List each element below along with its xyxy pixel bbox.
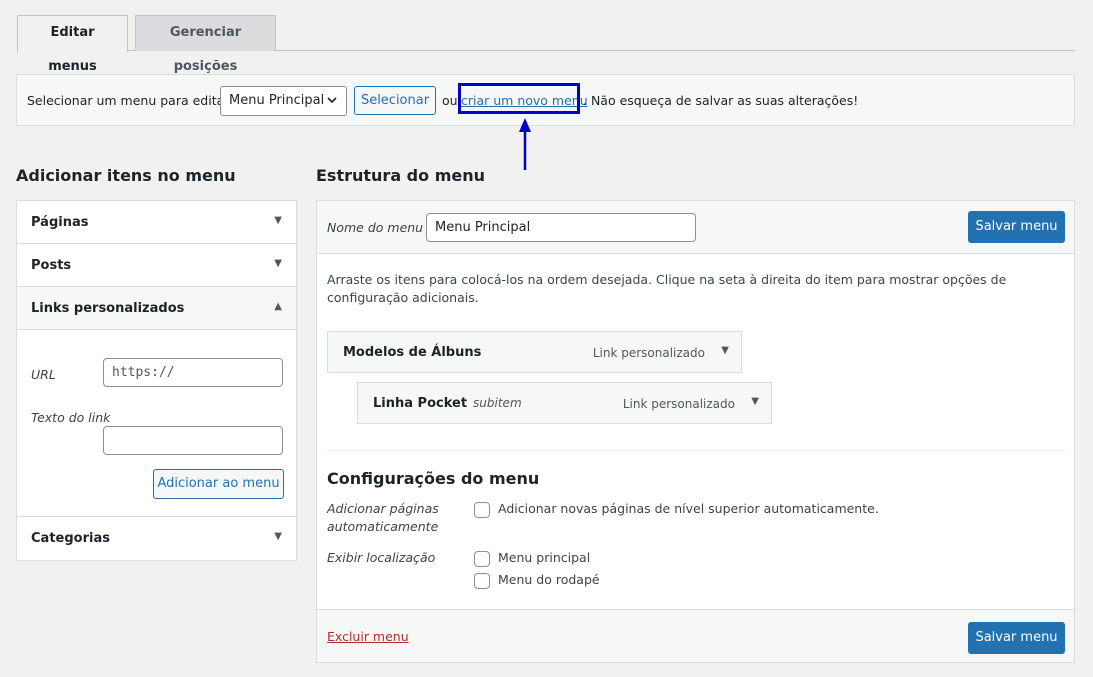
location-main-text: Menu principal xyxy=(498,550,591,565)
save-menu-button-bottom[interactable]: Salvar menu xyxy=(968,622,1065,654)
panel-custom-links[interactable]: Links personalizados ▲ xyxy=(17,287,296,330)
divider xyxy=(327,450,1065,451)
menu-item-type: Link personalizado xyxy=(622,397,735,411)
delete-menu-link[interactable]: Excluir menu xyxy=(327,629,409,644)
arrow-up-icon xyxy=(519,118,531,170)
location-label: Exibir localização xyxy=(327,550,436,565)
auto-add-text: Adicionar novas páginas de nível superio… xyxy=(498,501,879,516)
link-text-label: Texto do link xyxy=(31,410,111,425)
menu-select-dropdown[interactable]: Menu Principal xyxy=(220,86,347,116)
menu-item-title: Linha Pocket subitem xyxy=(373,396,522,411)
menu-name-input[interactable]: Menu Principal xyxy=(426,213,696,242)
save-reminder-text: . Não esqueça de salvar as suas alteraçõ… xyxy=(583,93,859,108)
tab-manage-locations[interactable]: Gerenciar posições xyxy=(135,15,276,74)
link-text-input[interactable] xyxy=(103,426,283,455)
panel-posts[interactable]: Posts ▼ xyxy=(17,244,296,287)
panel-title: Categorias xyxy=(31,531,110,546)
checkbox[interactable] xyxy=(474,550,490,567)
custom-links-body: URL https:// Texto do link Adicionar ao … xyxy=(17,330,296,517)
drag-instructions: Arraste os itens para colocá-los na orde… xyxy=(327,272,1007,305)
menu-item-type: Link personalizado xyxy=(592,346,705,360)
menu-select-value: Menu Principal xyxy=(229,93,325,108)
panel-title: Links personalizados xyxy=(31,301,185,316)
triangle-down-icon: ▼ xyxy=(274,215,282,226)
add-items-accordion: Páginas ▼ Posts ▼ Links personalizados ▲… xyxy=(16,200,297,561)
add-items-heading: Adicionar itens no menu xyxy=(16,166,236,185)
menu-item-title: Modelos de Álbuns xyxy=(343,345,482,360)
auto-add-checkbox[interactable]: Adicionar novas páginas de nível superio… xyxy=(474,501,879,518)
nav-tabs: Editar menus Gerenciar posições xyxy=(17,15,1075,74)
triangle-down-icon: ▼ xyxy=(274,531,282,542)
menu-item[interactable]: Linha Pocket subitem Link personalizado ▼ xyxy=(357,382,772,424)
checkbox[interactable] xyxy=(474,572,490,589)
checkbox[interactable] xyxy=(474,501,490,518)
panel-title: Posts xyxy=(31,258,72,273)
triangle-down-icon[interactable]: ▼ xyxy=(751,396,759,407)
add-to-menu-button[interactable]: Adicionar ao menu xyxy=(153,469,284,499)
highlight-box xyxy=(458,83,580,114)
tab-edit-menus[interactable]: Editar menus xyxy=(17,15,128,74)
save-menu-button-top[interactable]: Salvar menu xyxy=(968,211,1065,243)
select-button[interactable]: Selecionar xyxy=(354,86,436,115)
menu-structure-panel: Nome do menu Menu Principal Salvar menu … xyxy=(316,200,1075,663)
chevron-down-icon xyxy=(326,87,338,126)
triangle-down-icon[interactable]: ▼ xyxy=(721,345,729,356)
menu-settings-heading: Configurações do menu xyxy=(327,469,540,488)
location-footer-checkbox[interactable]: Menu do rodapé xyxy=(474,572,600,589)
menu-name-label: Nome do menu xyxy=(327,220,424,235)
or-text: ou xyxy=(442,93,458,108)
location-main-checkbox[interactable]: Menu principal xyxy=(474,550,590,567)
panel-categories[interactable]: Categorias ▼ xyxy=(17,517,296,560)
menu-structure-heading: Estrutura do menu xyxy=(316,166,485,185)
menu-footer: Excluir menu Salvar menu xyxy=(317,609,1074,662)
triangle-up-icon: ▲ xyxy=(274,301,282,312)
url-input[interactable]: https:// xyxy=(103,358,283,387)
url-label: URL xyxy=(31,367,56,382)
triangle-down-icon: ▼ xyxy=(274,258,282,269)
menu-header: Nome do menu Menu Principal Salvar menu xyxy=(317,201,1074,254)
menu-item[interactable]: Modelos de Álbuns Link personalizado ▼ xyxy=(327,331,742,373)
select-menu-label: Selecionar um menu para editar: xyxy=(27,93,234,108)
panel-title: Páginas xyxy=(31,215,89,230)
subitem-label: subitem xyxy=(473,396,522,410)
panel-pages[interactable]: Páginas ▼ xyxy=(17,201,296,244)
auto-add-label: Adicionar páginas automaticamente xyxy=(327,501,439,534)
location-footer-text: Menu do rodapé xyxy=(498,572,600,587)
